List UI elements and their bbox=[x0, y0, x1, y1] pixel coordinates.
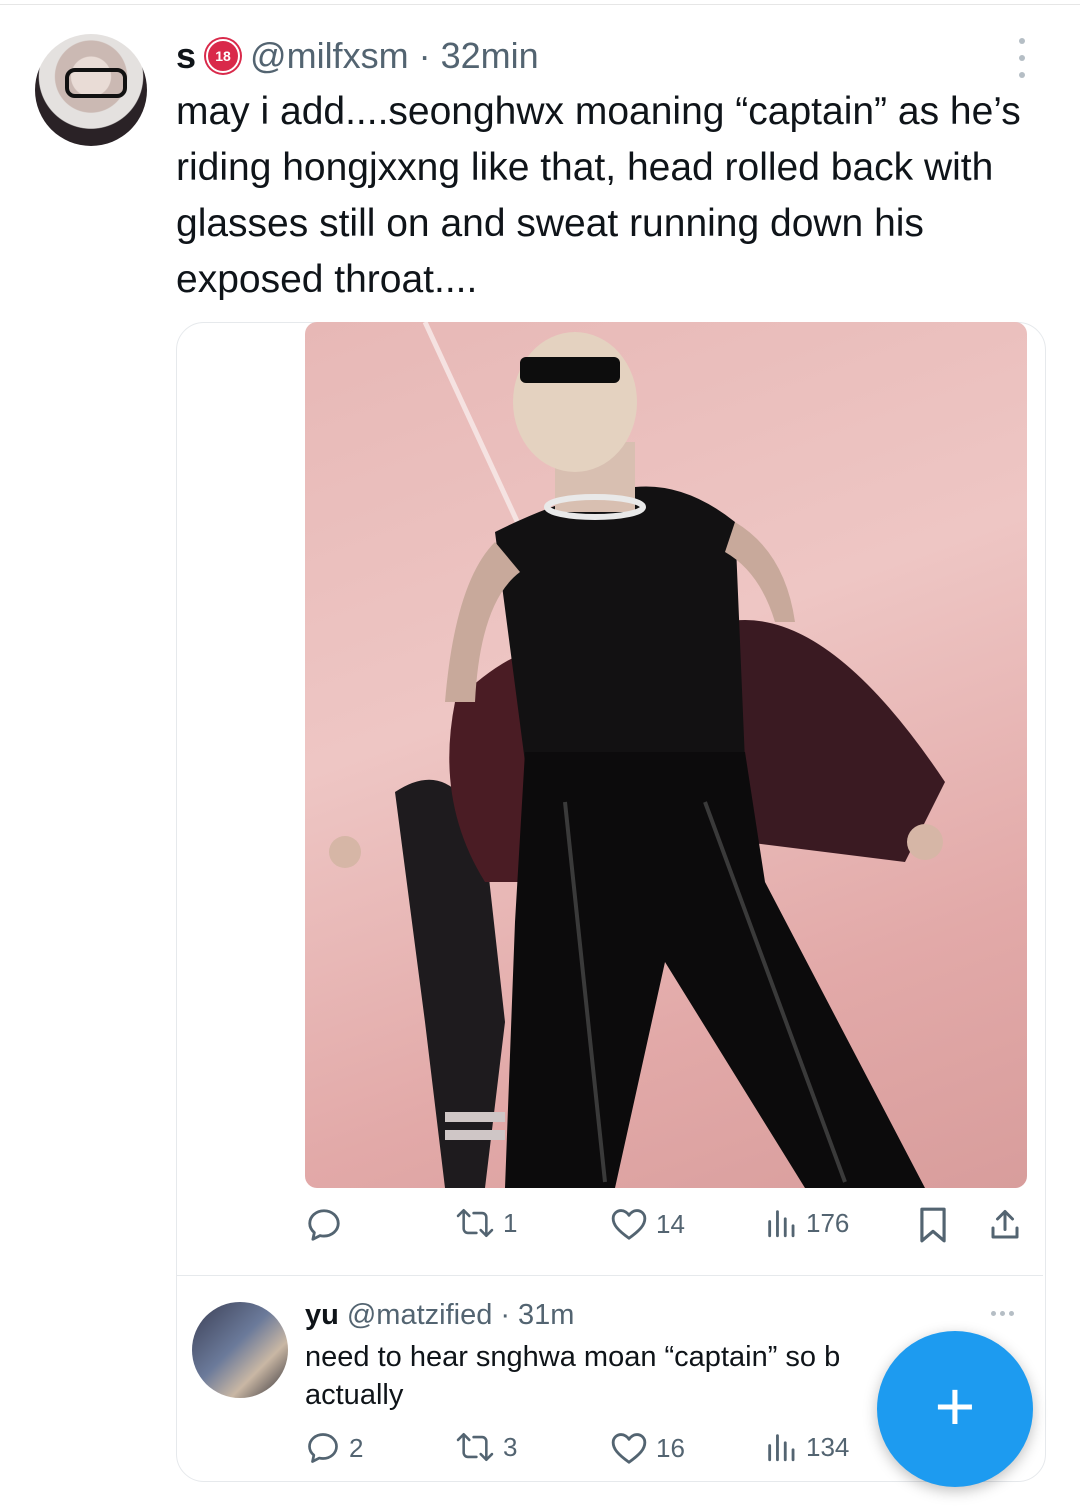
avatar-glasses bbox=[65, 68, 127, 98]
like-icon bbox=[611, 1209, 647, 1240]
reply-button[interactable] bbox=[305, 1206, 351, 1244]
reply-reply-button[interactable]: 2 bbox=[305, 1430, 363, 1466]
author-name[interactable]: s bbox=[176, 35, 196, 77]
views-icon bbox=[768, 1434, 795, 1462]
reply-author-handle[interactable]: @matzified bbox=[347, 1299, 492, 1332]
share-button[interactable] bbox=[987, 1206, 1023, 1244]
reply-header: yu @matzified · 31m bbox=[305, 1296, 574, 1334]
reply-view-count: 134 bbox=[806, 1431, 850, 1462]
retweet-icon bbox=[456, 1432, 494, 1462]
tweet-text: may i add....seonghwx moaning “captain” … bbox=[176, 90, 1021, 301]
more-horizontal-icon[interactable] bbox=[991, 1311, 1014, 1316]
reply-like-button[interactable]: 16 bbox=[610, 1430, 685, 1466]
reply-icon bbox=[308, 1433, 338, 1463]
compose-button[interactable]: + bbox=[877, 1331, 1033, 1487]
retweet-count: 1 bbox=[503, 1207, 518, 1238]
more-vertical-icon[interactable] bbox=[1012, 38, 1032, 78]
share-icon bbox=[991, 1210, 1019, 1239]
author-handle[interactable]: @milfxsm bbox=[250, 35, 409, 77]
like-button[interactable]: 14 bbox=[610, 1206, 685, 1242]
retweet-button[interactable]: 1 bbox=[455, 1206, 517, 1240]
like-icon bbox=[611, 1433, 647, 1464]
views-button[interactable]: 176 bbox=[764, 1206, 849, 1240]
reply-reply-count: 2 bbox=[349, 1432, 364, 1463]
reply-retweet-count: 3 bbox=[503, 1431, 518, 1462]
reply-author-avatar[interactable] bbox=[192, 1302, 288, 1398]
bookmark-icon bbox=[920, 1207, 946, 1243]
tweet-header: s 18 @milfxsm · 32min bbox=[176, 32, 539, 80]
reply-text: need to hear snghwa moan “captain” so b … bbox=[305, 1338, 905, 1414]
like-count: 14 bbox=[656, 1208, 685, 1239]
tweet-time[interactable]: 32min bbox=[441, 35, 539, 77]
header-separator: · bbox=[418, 35, 431, 76]
reply-views-button[interactable]: 134 bbox=[764, 1430, 849, 1464]
adult-badge-icon: 18 bbox=[206, 39, 241, 73]
reply-time[interactable]: 31m bbox=[518, 1299, 574, 1332]
tweet-actions: 1 14 176 bbox=[0, 1206, 1080, 1246]
reply-separator: · bbox=[500, 1298, 510, 1331]
plus-icon: + bbox=[934, 1367, 976, 1445]
retweet-icon bbox=[456, 1208, 494, 1238]
top-divider bbox=[0, 4, 1080, 5]
views-icon bbox=[768, 1210, 795, 1238]
view-count: 176 bbox=[806, 1207, 850, 1238]
tweet-photo[interactable] bbox=[305, 322, 1027, 1188]
reply-icon bbox=[308, 1209, 340, 1241]
reply-author-name[interactable]: yu bbox=[305, 1299, 339, 1332]
reply-text-line-2: actually bbox=[305, 1379, 404, 1411]
photo-illustration bbox=[329, 322, 945, 1188]
reply-like-count: 16 bbox=[656, 1432, 685, 1463]
author-avatar[interactable] bbox=[35, 34, 147, 146]
reply-retweet-button[interactable]: 3 bbox=[455, 1430, 517, 1464]
reply-divider bbox=[177, 1275, 1043, 1276]
reply-text-line-1: need to hear snghwa moan “captain” so b bbox=[305, 1341, 841, 1373]
bookmark-button[interactable] bbox=[917, 1206, 949, 1244]
